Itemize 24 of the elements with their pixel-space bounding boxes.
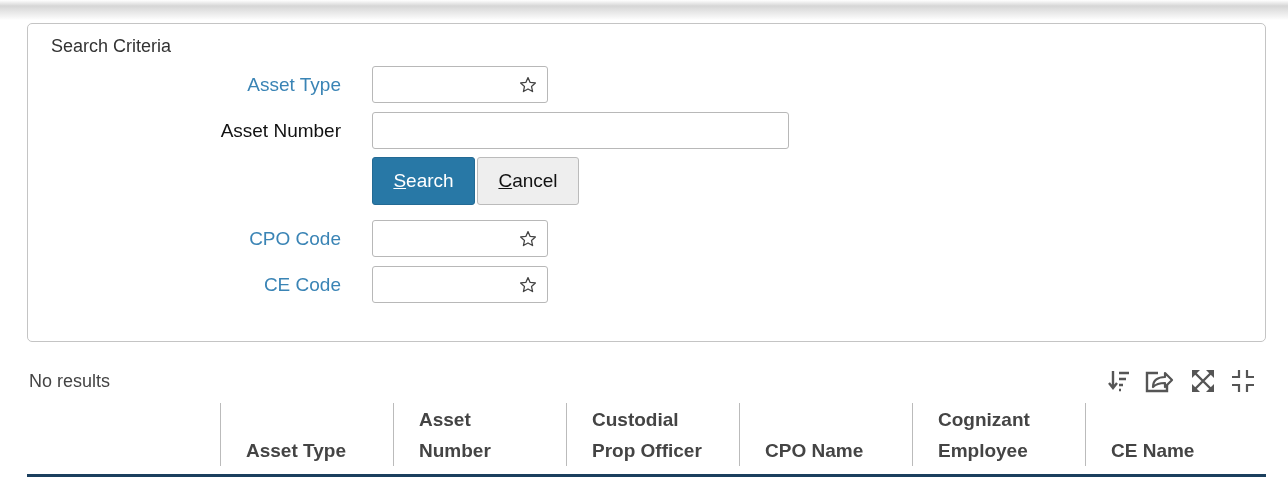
search-button[interactable]: Search [372,157,475,205]
column-header[interactable]: Asset Number [394,403,567,466]
expand-icon[interactable] [1190,368,1216,394]
sort-icon[interactable] [1108,369,1130,393]
field-label[interactable]: CE Code [263,273,341,295]
column-header[interactable]: Custodial Prop Officer [567,403,740,466]
lookup-field[interactable] [372,266,548,303]
field-label[interactable]: CPO Code [249,227,341,249]
column-header[interactable]: Asset Type [221,403,394,466]
results-message: No results [29,370,111,392]
text-field[interactable] [372,112,789,149]
lookup-field[interactable] [372,220,548,257]
cancel-button[interactable]: Cancel [477,157,579,205]
star-icon[interactable] [519,275,537,294]
field-label[interactable]: Asset Type [247,73,341,95]
column-header[interactable]: Cognizant Employee [913,403,1086,466]
star-icon[interactable] [519,75,537,94]
column-header[interactable]: CE Name [1086,403,1259,466]
star-icon[interactable] [519,229,537,248]
lookup-field[interactable] [372,66,548,103]
field-label: Asset Number [220,119,341,141]
column-header[interactable]: CPO Name [740,403,913,466]
panel-title: Search Criteria [51,36,173,58]
collapse-icon[interactable] [1230,368,1256,394]
